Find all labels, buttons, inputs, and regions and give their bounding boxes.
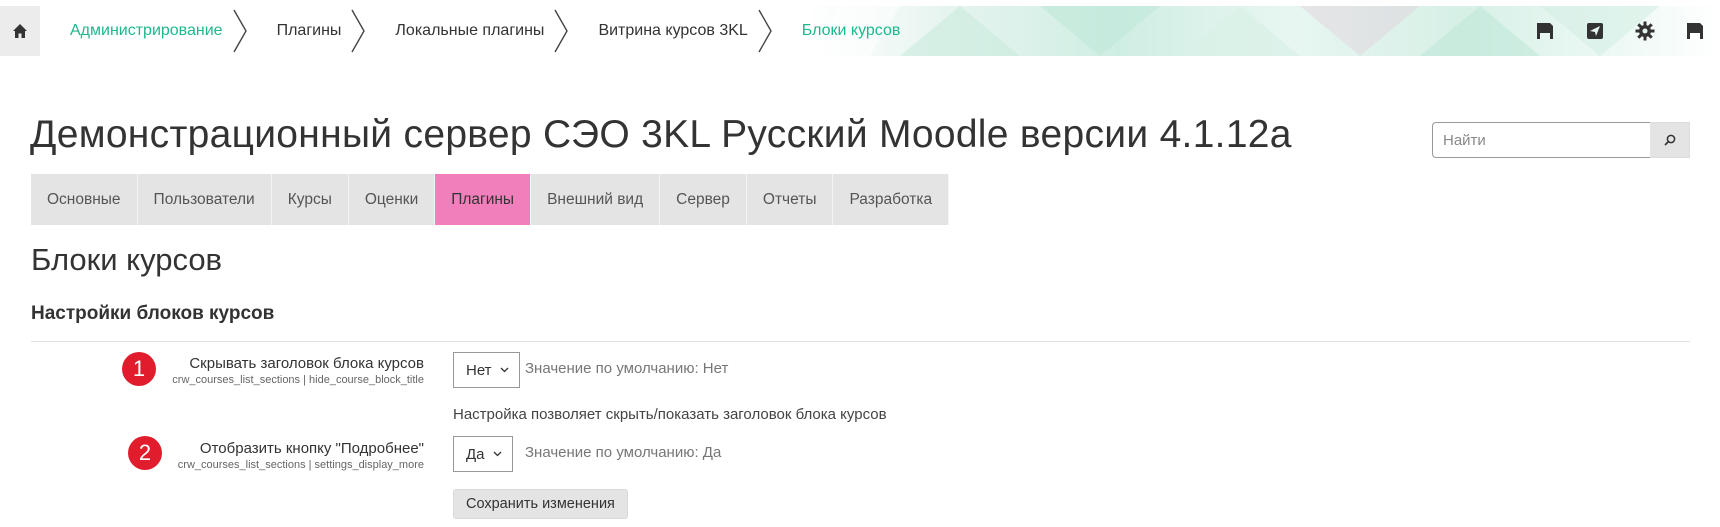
breadcrumb-item-course-showcase[interactable]: Витрина курсов 3KL [568, 6, 772, 56]
breadcrumb-separator-icon [554, 9, 569, 53]
search-form [1432, 122, 1690, 158]
breadcrumb-label[interactable]: Витрина курсов 3KL [568, 22, 757, 40]
send-icon[interactable] [1570, 6, 1620, 56]
breadcrumb-label[interactable]: Плагины [247, 22, 352, 40]
navbar-actions [1520, 6, 1720, 56]
breadcrumb-label[interactable]: Блоки курсов [772, 22, 911, 40]
site-title: Демонстрационный сервер СЭО 3KL Русский … [30, 113, 1292, 156]
hide-course-block-title-select[interactable]: Нет [453, 352, 520, 388]
gear-icon[interactable] [1620, 6, 1670, 56]
setting-hide-title-label-block: Скрывать заголовок блока курсов crw_cour… [172, 355, 424, 386]
select-value: Нет [466, 361, 492, 379]
tab-courses[interactable]: Курсы [271, 174, 349, 225]
setting-default-value: Значение по умолчанию: Нет [525, 360, 729, 377]
breadcrumb-item-administration[interactable]: Администрирование [40, 6, 247, 56]
breadcrumb-item-local-plugins[interactable]: Локальные плагины [365, 6, 569, 56]
save-icon[interactable] [1520, 6, 1570, 56]
tab-server[interactable]: Сервер [660, 174, 747, 225]
breadcrumb-item-plugins[interactable]: Плагины [247, 6, 366, 56]
page-heading: Блоки курсов [31, 242, 223, 277]
breadcrumb-label[interactable]: Локальные плагины [365, 22, 554, 40]
annotation-badge-2: 2 [128, 436, 162, 470]
tab-users[interactable]: Пользователи [137, 174, 272, 225]
section-heading: Настройки блоков курсов [31, 303, 275, 324]
save-changes-button[interactable]: Сохранить изменения [453, 489, 628, 519]
select-value: Да [466, 445, 485, 463]
section-divider [31, 341, 1690, 342]
setting-default-value: Значение по умолчанию: Да [525, 444, 722, 461]
tab-plugins[interactable]: Плагины [435, 174, 532, 225]
home-icon [13, 24, 27, 38]
chevron-down-icon [500, 367, 509, 373]
display-more-button-select[interactable]: Да [453, 436, 513, 472]
annotation-badge-1: 1 [122, 352, 156, 386]
setting-label: Отобразить кнопку "Подробнее" [199, 440, 424, 457]
breadcrumb-item-course-blocks[interactable]: Блоки курсов [772, 6, 911, 56]
tab-grades[interactable]: Оценки [348, 174, 436, 225]
setting-description: Настройка позволяет скрыть/показать заго… [453, 406, 887, 423]
top-navbar: Администрирование Плагины Локальные плаг… [0, 6, 1720, 56]
tab-appearance[interactable]: Внешний вид [531, 174, 661, 225]
tab-reports[interactable]: Отчеты [746, 174, 834, 225]
breadcrumb: Администрирование Плагины Локальные плаг… [40, 6, 910, 56]
setting-display-more-label-block: Отобразить кнопку "Подробнее" crw_course… [178, 440, 424, 471]
save-icon[interactable] [1670, 6, 1720, 56]
tab-general[interactable]: Основные [31, 174, 138, 225]
admin-tabs: Основные Пользователи Курсы Оценки Плаги… [31, 174, 950, 225]
breadcrumb-label[interactable]: Администрирование [40, 22, 233, 40]
setting-key: crw_courses_list_sections | hide_course_… [172, 374, 424, 386]
tab-development[interactable]: Разработка [833, 174, 950, 225]
setting-label: Скрывать заголовок блока курсов [189, 355, 424, 372]
search-icon [1663, 134, 1675, 146]
breadcrumb-separator-icon [758, 9, 772, 53]
setting-key: crw_courses_list_sections | settings_dis… [177, 459, 424, 471]
search-input[interactable] [1432, 122, 1650, 158]
search-button[interactable] [1650, 122, 1690, 158]
breadcrumb-separator-icon [351, 9, 366, 53]
breadcrumb-separator-icon [232, 9, 247, 53]
home-button[interactable] [0, 6, 40, 56]
chevron-down-icon [493, 451, 501, 457]
